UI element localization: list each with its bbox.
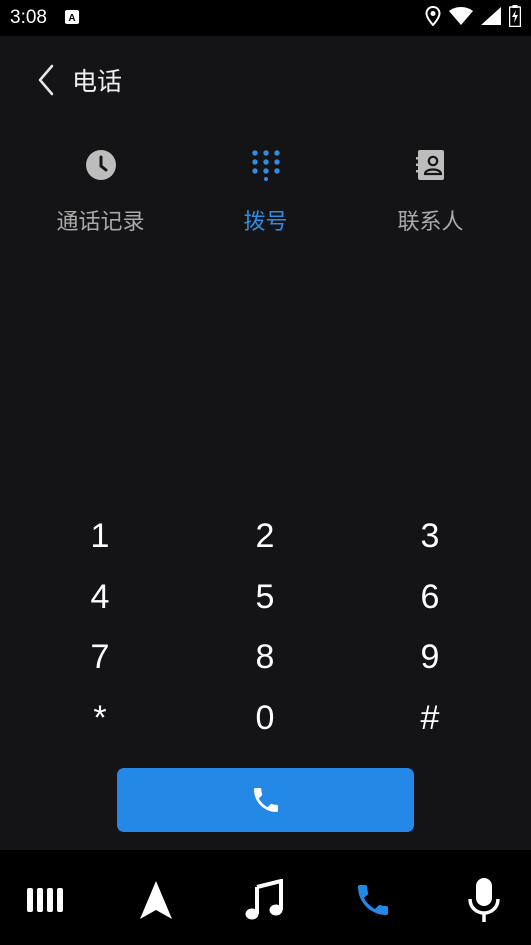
app-grid-icon bbox=[27, 888, 63, 912]
back-button[interactable] bbox=[26, 60, 66, 100]
status-time: 3:08 bbox=[10, 7, 47, 28]
key-0[interactable]: 0 bbox=[205, 690, 325, 746]
music-note-icon bbox=[245, 879, 283, 920]
key-hash[interactable]: # bbox=[370, 690, 490, 746]
key-1[interactable]: 1 bbox=[40, 508, 160, 564]
tab-dialpad[interactable]: 拨号 bbox=[183, 140, 348, 250]
tab-contacts[interactable]: 联系人 bbox=[348, 140, 513, 250]
contacts-icon bbox=[415, 140, 446, 190]
call-button[interactable] bbox=[117, 768, 414, 832]
nav-music-button[interactable] bbox=[229, 870, 299, 930]
chevron-left-icon bbox=[38, 64, 54, 96]
key-9[interactable]: 9 bbox=[370, 629, 490, 685]
microphone-icon bbox=[468, 878, 500, 922]
key-4[interactable]: 4 bbox=[40, 569, 160, 625]
key-7[interactable]: 7 bbox=[40, 629, 160, 685]
key-6[interactable]: 6 bbox=[370, 569, 490, 625]
page-title: 电话 bbox=[72, 67, 123, 96]
phone-icon bbox=[253, 788, 278, 812]
svg-text:A: A bbox=[68, 13, 75, 24]
key-5[interactable]: 5 bbox=[205, 569, 325, 625]
tab-call-history[interactable]: 通话记录 bbox=[18, 140, 183, 250]
nav-apps-button[interactable] bbox=[12, 870, 82, 930]
key-8[interactable]: 8 bbox=[205, 629, 325, 685]
tab-contacts-label: 联系人 bbox=[397, 210, 464, 235]
tab-call-history-label: 通话记录 bbox=[56, 210, 145, 235]
status-right bbox=[425, 5, 522, 31]
tab-bar: 通话记录 拨号 联系人 bbox=[0, 140, 531, 250]
status-left: 3:08 A bbox=[10, 7, 79, 29]
nav-phone-button[interactable] bbox=[338, 870, 408, 930]
battery-charging-icon bbox=[508, 5, 522, 31]
phone-icon bbox=[358, 885, 388, 915]
navigation-arrow-icon bbox=[140, 881, 172, 919]
nav-navigation-button[interactable] bbox=[121, 870, 191, 930]
wifi-icon bbox=[449, 7, 473, 29]
app-header: 电话 bbox=[0, 50, 531, 110]
signal-icon bbox=[481, 7, 501, 29]
key-2[interactable]: 2 bbox=[205, 508, 325, 564]
status-bar: 3:08 A bbox=[0, 0, 531, 36]
dialpad-icon bbox=[250, 140, 282, 190]
text-notification-icon: A bbox=[64, 9, 79, 28]
tab-dialpad-label: 拨号 bbox=[243, 210, 288, 235]
nav-voice-button[interactable] bbox=[449, 870, 519, 930]
location-icon bbox=[425, 5, 441, 30]
clock-icon bbox=[85, 140, 117, 190]
key-3[interactable]: 3 bbox=[370, 508, 490, 564]
bottom-nav-bar bbox=[0, 850, 531, 945]
key-star[interactable]: * bbox=[40, 690, 160, 746]
